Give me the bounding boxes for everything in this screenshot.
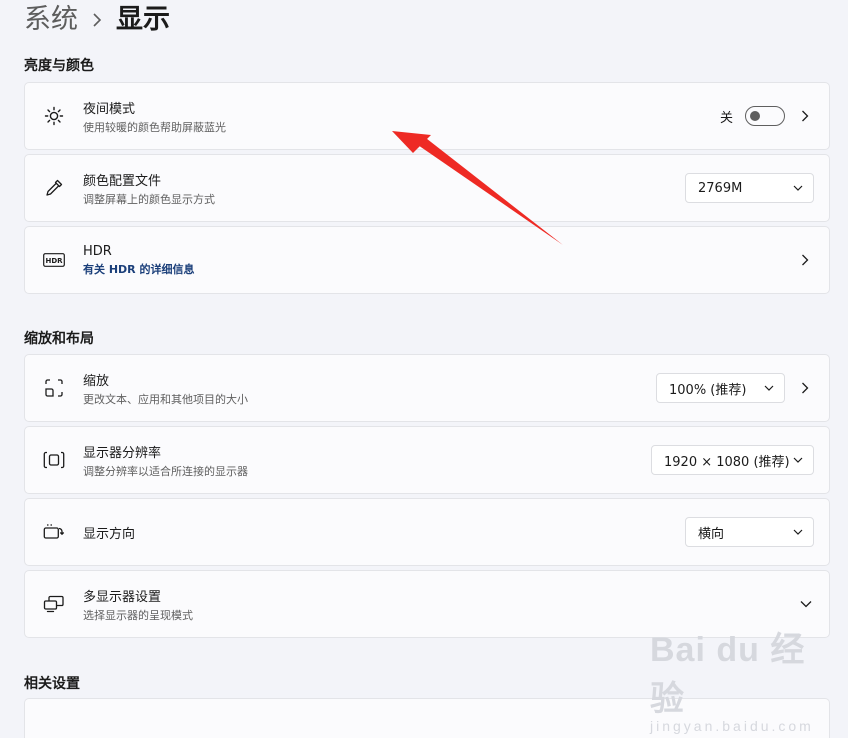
multi-display-subtitle: 选择显示器的呈现模式 — [83, 608, 193, 622]
resolution-subtitle: 调整分辨率以适合所连接的显示器 — [83, 464, 248, 478]
multi-display-title: 多显示器设置 — [83, 589, 162, 605]
scale-card[interactable]: 缩放 更改文本、应用和其他项目的大小 100% (推荐) — [24, 354, 830, 422]
toggle-knob — [750, 111, 760, 121]
color-profile-dropdown[interactable]: 2769M — [685, 173, 814, 203]
color-profile-title: 颜色配置文件 — [83, 173, 162, 189]
chevron-down-icon — [764, 383, 774, 393]
hdr-details-link[interactable]: 有关 HDR 的详细信息 — [83, 261, 194, 277]
chevron-right-icon[interactable] — [799, 254, 811, 266]
hdr-title: HDR — [83, 243, 112, 259]
color-profile-card: 颜色配置文件 调整屏幕上的颜色显示方式 2769M — [24, 154, 830, 222]
hdr-card[interactable]: HDR HDR 有关 HDR 的详细信息 — [24, 226, 830, 294]
resolution-value: 1920 × 1080 (推荐) — [664, 454, 790, 470]
chevron-down-icon — [793, 455, 803, 465]
chevron-down-icon[interactable] — [799, 597, 813, 611]
section-title-related: 相关设置 — [24, 676, 80, 692]
chevron-down-icon — [793, 527, 803, 537]
breadcrumb-system[interactable]: 系统 — [24, 2, 78, 38]
scale-title: 缩放 — [83, 373, 110, 389]
orientation-dropdown[interactable]: 横向 — [685, 517, 814, 547]
chevron-right-icon[interactable] — [799, 382, 811, 394]
orientation-icon — [42, 520, 66, 544]
brightness-sun-icon — [42, 104, 66, 128]
resolution-icon — [42, 448, 66, 472]
scale-dropdown[interactable]: 100% (推荐) — [656, 373, 785, 403]
multi-display-card[interactable]: 多显示器设置 选择显示器的呈现模式 — [24, 570, 830, 638]
section-title-brightness-color: 亮度与颜色 — [24, 58, 94, 74]
scale-icon — [42, 376, 66, 400]
svg-text:HDR: HDR — [45, 257, 63, 265]
orientation-value: 横向 — [698, 526, 725, 542]
chevron-right-icon — [92, 13, 102, 27]
chevron-down-icon — [793, 183, 803, 193]
night-mode-subtitle: 使用较暖的颜色帮助屏蔽蓝光 — [83, 120, 226, 134]
night-mode-state-label: 关 — [719, 110, 733, 126]
color-profile-subtitle: 调整屏幕上的颜色显示方式 — [83, 192, 215, 206]
resolution-dropdown[interactable]: 1920 × 1080 (推荐) — [651, 445, 814, 475]
night-mode-title: 夜间模式 — [83, 101, 136, 117]
night-mode-toggle[interactable] — [745, 106, 785, 126]
chevron-right-icon[interactable] — [799, 110, 811, 122]
scale-subtitle: 更改文本、应用和其他项目的大小 — [83, 392, 248, 406]
section-title-scale-layout: 缩放和布局 — [24, 331, 94, 347]
hdr-icon: HDR — [42, 248, 66, 272]
orientation-card: 显示方向 横向 — [24, 498, 830, 566]
orientation-title: 显示方向 — [83, 526, 136, 542]
night-mode-card[interactable]: 夜间模式 使用较暖的颜色帮助屏蔽蓝光 关 — [24, 82, 830, 150]
scale-value: 100% (推荐) — [669, 382, 747, 398]
color-profile-value: 2769M — [698, 180, 743, 196]
eyedropper-icon — [42, 176, 66, 200]
multi-display-icon — [42, 592, 66, 616]
page-title: 显示 — [116, 4, 170, 35]
related-settings-card[interactable] — [24, 698, 830, 738]
night-mode-toggle-group: 关 — [720, 106, 785, 126]
resolution-title: 显示器分辨率 — [83, 445, 162, 461]
resolution-card: 显示器分辨率 调整分辨率以适合所连接的显示器 1920 × 1080 (推荐) — [24, 426, 830, 494]
breadcrumb: 系统 显示 — [24, 0, 170, 40]
